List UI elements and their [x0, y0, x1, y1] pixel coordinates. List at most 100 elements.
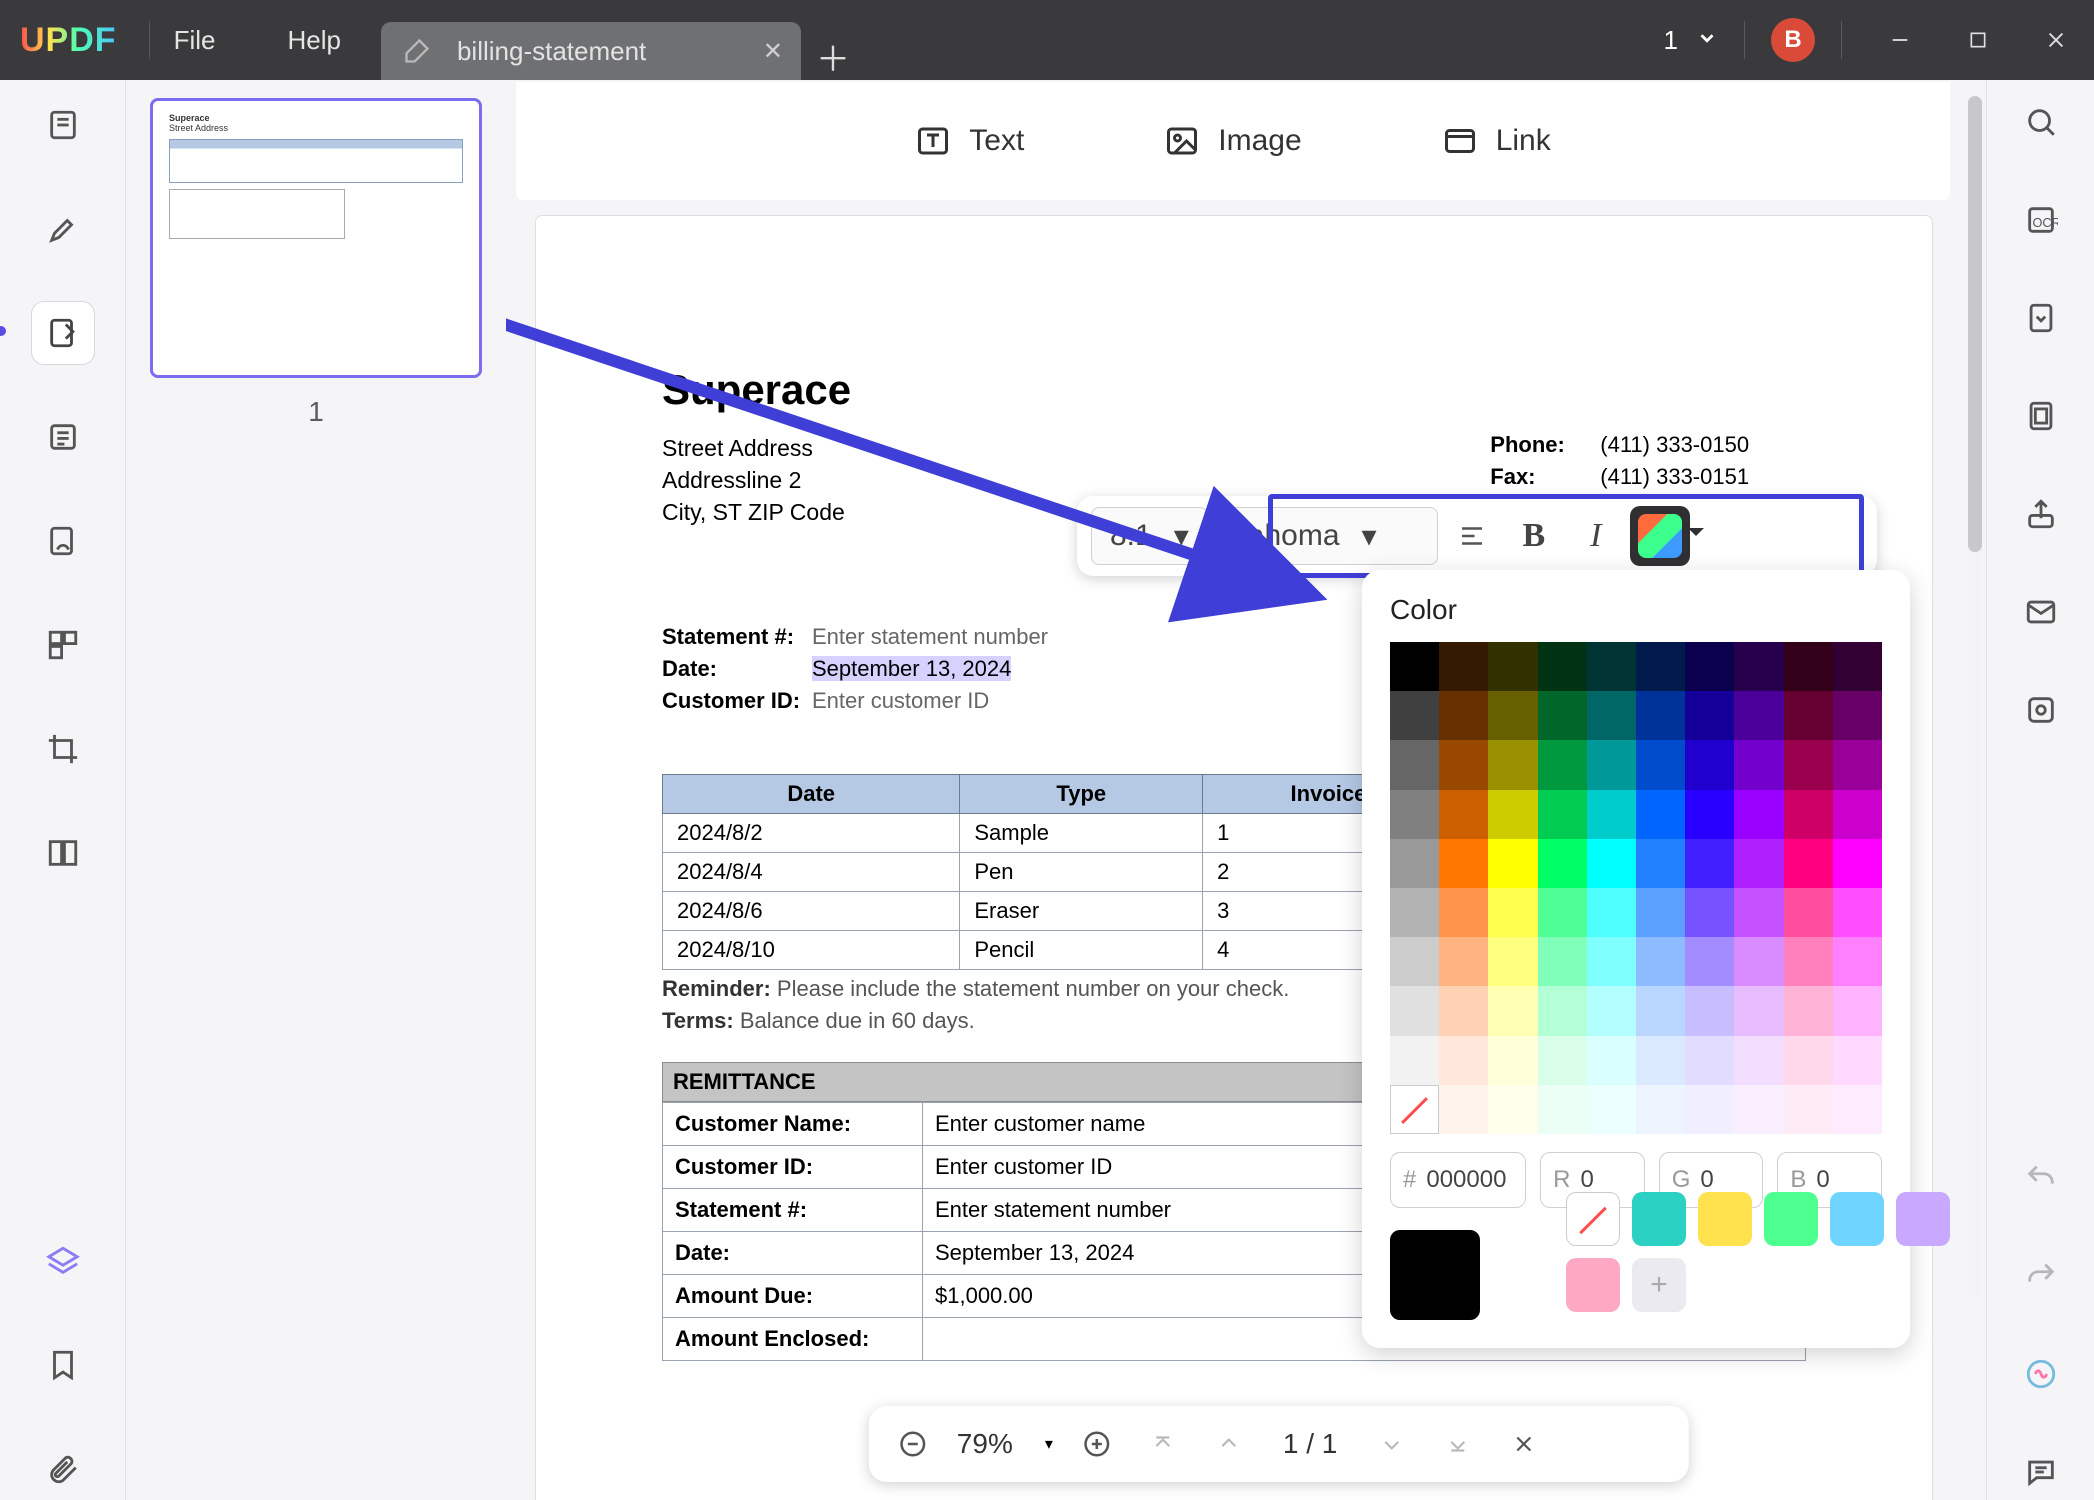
minimize-button[interactable] [1868, 16, 1932, 64]
color-swatch[interactable] [1734, 740, 1783, 789]
color-swatch[interactable] [1685, 691, 1734, 740]
color-swatch[interactable] [1488, 888, 1537, 937]
color-swatch[interactable] [1587, 740, 1636, 789]
font-color-button[interactable] [1630, 506, 1690, 566]
color-swatch[interactable] [1685, 790, 1734, 839]
page-organizer-tool[interactable] [32, 614, 94, 676]
color-swatch[interactable] [1439, 691, 1488, 740]
color-swatch[interactable] [1685, 642, 1734, 691]
color-swatch[interactable] [1390, 888, 1439, 937]
preset-color[interactable] [1698, 1192, 1752, 1246]
compare-tool[interactable] [32, 822, 94, 884]
outline-tool[interactable] [32, 406, 94, 468]
color-swatch[interactable] [1488, 937, 1537, 986]
zoom-in-button[interactable] [1075, 1422, 1119, 1466]
color-swatch[interactable] [1587, 937, 1636, 986]
color-swatch[interactable] [1833, 740, 1882, 789]
color-swatch[interactable] [1734, 888, 1783, 937]
fill-sign-tool[interactable] [32, 510, 94, 572]
color-swatch[interactable] [1734, 1036, 1783, 1085]
color-swatch[interactable] [1538, 1085, 1587, 1134]
color-swatch[interactable] [1488, 1036, 1537, 1085]
insert-text-button[interactable]: Text [915, 123, 1024, 159]
insert-link-button[interactable]: Link [1442, 123, 1551, 159]
color-swatch[interactable] [1734, 839, 1783, 888]
open-docs-dropdown-icon[interactable] [1696, 27, 1718, 54]
redo-button[interactable] [2013, 1248, 2069, 1304]
page-thumbnail[interactable]: SuperaceStreet Address [150, 98, 482, 378]
color-swatch[interactable] [1833, 839, 1882, 888]
color-swatch[interactable] [1685, 937, 1734, 986]
attachments-tool[interactable] [32, 1438, 94, 1500]
color-swatch[interactable] [1587, 691, 1636, 740]
layers-tool[interactable] [32, 1230, 94, 1292]
close-controls-button[interactable] [1501, 1422, 1545, 1466]
prev-page-button[interactable] [1207, 1422, 1251, 1466]
color-swatch[interactable] [1784, 1085, 1833, 1134]
preset-no-color[interactable] [1566, 1192, 1620, 1246]
color-swatch[interactable] [1439, 839, 1488, 888]
batch-button[interactable] [2013, 682, 2069, 738]
color-swatch[interactable] [1538, 986, 1587, 1035]
color-swatch[interactable] [1439, 1036, 1488, 1085]
color-swatch[interactable] [1636, 937, 1685, 986]
color-swatch[interactable] [1636, 642, 1685, 691]
color-swatch[interactable] [1587, 790, 1636, 839]
open-docs-count[interactable]: 1 [1664, 25, 1678, 56]
color-swatch[interactable] [1734, 937, 1783, 986]
italic-button[interactable]: I [1568, 508, 1624, 564]
color-swatch[interactable] [1488, 986, 1537, 1035]
color-swatch[interactable] [1636, 1036, 1685, 1085]
tab-close-icon[interactable]: ✕ [763, 37, 783, 66]
color-swatch[interactable] [1636, 790, 1685, 839]
color-swatch[interactable] [1734, 691, 1783, 740]
new-tab-button[interactable]: ＋ [809, 32, 857, 80]
insert-image-button[interactable]: Image [1164, 123, 1301, 159]
color-swatch[interactable] [1636, 839, 1685, 888]
color-swatch[interactable] [1636, 986, 1685, 1035]
user-avatar[interactable]: B [1771, 18, 1815, 62]
color-swatch[interactable] [1488, 839, 1537, 888]
hex-input[interactable]: #000000 [1390, 1152, 1526, 1208]
color-swatch[interactable] [1390, 986, 1439, 1035]
comments-button[interactable] [2013, 1444, 2069, 1500]
color-swatch[interactable] [1685, 839, 1734, 888]
color-swatch[interactable] [1538, 642, 1587, 691]
color-swatch[interactable] [1390, 937, 1439, 986]
color-swatch[interactable] [1734, 1085, 1783, 1134]
color-swatch[interactable] [1833, 986, 1882, 1035]
color-swatch[interactable] [1390, 740, 1439, 789]
color-swatch[interactable] [1636, 691, 1685, 740]
close-window-button[interactable] [2024, 16, 2088, 64]
color-swatch[interactable] [1439, 986, 1488, 1035]
color-swatch[interactable] [1833, 1036, 1882, 1085]
page-display-button[interactable] [2013, 388, 2069, 444]
color-swatch[interactable] [1833, 790, 1882, 839]
color-swatch[interactable] [1784, 740, 1833, 789]
color-swatch[interactable] [1390, 790, 1439, 839]
color-swatch[interactable] [1784, 888, 1833, 937]
menu-file[interactable]: File [174, 25, 216, 56]
email-button[interactable] [2013, 584, 2069, 640]
color-swatch[interactable] [1488, 1085, 1537, 1134]
color-swatch[interactable] [1390, 691, 1439, 740]
menu-help[interactable]: Help [287, 25, 340, 56]
ai-button[interactable] [2013, 1346, 2069, 1402]
share-button[interactable] [2013, 486, 2069, 542]
color-swatch[interactable] [1488, 642, 1537, 691]
bookmarks-tool[interactable] [32, 1334, 94, 1396]
color-swatch[interactable] [1538, 937, 1587, 986]
color-swatch[interactable] [1685, 740, 1734, 789]
crop-tool[interactable] [32, 718, 94, 780]
color-swatch[interactable] [1390, 1085, 1439, 1134]
vertical-scrollbar[interactable] [1968, 96, 1982, 1296]
color-swatch[interactable] [1784, 1036, 1833, 1085]
font-family-dropdown[interactable]: Tahoma ▾ [1214, 507, 1438, 565]
color-swatch[interactable] [1734, 986, 1783, 1035]
next-page-button[interactable] [1369, 1422, 1413, 1466]
color-swatch[interactable] [1833, 642, 1882, 691]
chevron-down-icon[interactable]: ▾ [1045, 1434, 1053, 1454]
color-swatch[interactable] [1734, 790, 1783, 839]
bold-button[interactable]: B [1506, 508, 1562, 564]
color-swatch[interactable] [1439, 888, 1488, 937]
